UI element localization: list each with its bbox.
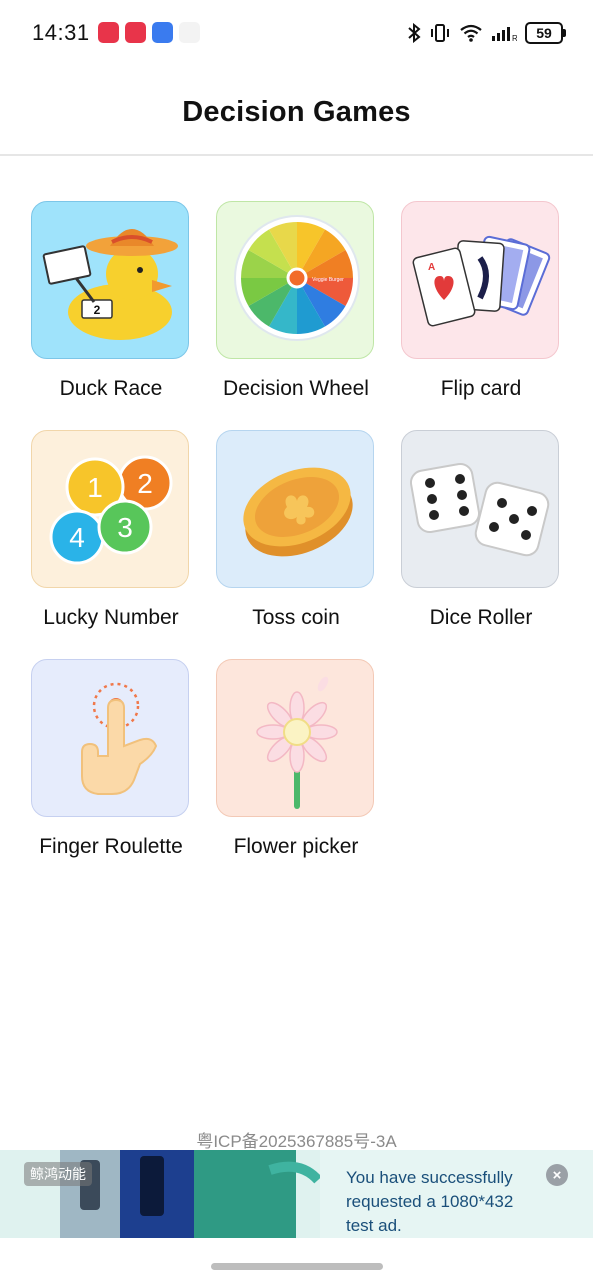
game-label-dice-roller: Dice Roller <box>429 606 533 629</box>
status-time: 14:31 <box>32 20 90 45</box>
page-title: Decision Games <box>182 95 411 128</box>
number-balls-icon: 2 1 4 3 <box>49 455 173 565</box>
finger-tap-icon <box>81 682 158 795</box>
game-label-lucky-number: Lucky Number <box>43 606 179 629</box>
home-indicator[interactable] <box>211 1263 383 1270</box>
dice-roller-card[interactable] <box>401 430 559 588</box>
flower-icon <box>256 676 338 809</box>
game-label-decision-wheel: Decision Wheel <box>223 377 369 400</box>
game-tile-decision-wheel[interactable]: Veggie Burger Decision Wheel <box>216 201 376 400</box>
missed-call-icon <box>98 22 119 43</box>
svg-text:1: 1 <box>87 472 103 503</box>
game-label-toss-coin: Toss coin <box>252 606 340 629</box>
game-tile-dice-roller[interactable]: Dice Roller <box>401 430 561 629</box>
app-header: Decision Games <box>0 70 593 154</box>
game-tile-toss-coin[interactable]: Toss coin <box>216 430 376 629</box>
vibrate-icon <box>431 24 449 42</box>
ad-banner[interactable]: 鲸鸿动能 You have successfully requested a 1… <box>0 1150 593 1238</box>
flip-card-card[interactable]: A <box>401 201 559 359</box>
app-notification-icon <box>179 22 200 43</box>
duck-icon: 2 <box>42 229 178 340</box>
game-tile-flip-card[interactable]: A Flip card <box>401 201 561 400</box>
notification-icons <box>98 22 200 43</box>
duck-race-card[interactable]: 2 <box>31 201 189 359</box>
flower-picker-card[interactable] <box>216 659 374 817</box>
svg-text:R: R <box>512 34 517 43</box>
app-gallery-icon <box>125 22 146 43</box>
svg-text:2: 2 <box>94 303 101 317</box>
playing-cards-icon: A <box>412 235 551 327</box>
ad-close-button[interactable]: × <box>546 1164 568 1186</box>
game-tile-duck-race[interactable]: 2 Duck Race <box>31 201 191 400</box>
status-bar: 14:31 R 59 <box>0 0 593 70</box>
finger-roulette-card[interactable] <box>31 659 189 817</box>
signal-icon: R <box>492 27 517 43</box>
wheel-icon: Veggie Burger <box>234 215 360 341</box>
coin-icon <box>243 467 353 557</box>
status-right: R 59 <box>407 22 566 44</box>
svg-text:A: A <box>428 262 435 273</box>
toss-coin-card[interactable] <box>216 430 374 588</box>
bluetooth-icon <box>408 23 421 43</box>
game-tile-lucky-number[interactable]: 2 1 4 3 Lucky Number <box>31 430 191 629</box>
dice-icon <box>409 462 550 557</box>
lucky-number-card[interactable]: 2 1 4 3 <box>31 430 189 588</box>
svg-text:4: 4 <box>69 522 85 553</box>
game-label-finger-roulette: Finger Roulette <box>39 835 183 858</box>
game-label-flower-picker: Flower picker <box>233 835 359 858</box>
header-divider <box>0 154 593 156</box>
game-label-duck-race: Duck Race <box>59 377 163 400</box>
wheel-label-veggie-burger: Veggie Burger <box>312 277 344 283</box>
battery-icon: 59 <box>525 22 566 44</box>
icp-license-text: 粤ICP备2025367885号-3A <box>196 1132 397 1151</box>
decision-wheel-card[interactable]: Veggie Burger <box>216 201 374 359</box>
game-label-flip-card: Flip card <box>440 377 522 400</box>
upload-icon <box>152 22 173 43</box>
ad-message: You have successfully requested a 1080*4… <box>346 1168 514 1235</box>
wifi-icon <box>460 24 482 42</box>
ad-source-badge: 鲸鸿动能 <box>24 1162 92 1186</box>
game-tile-finger-roulette[interactable]: Finger Roulette <box>31 659 191 858</box>
svg-text:2: 2 <box>137 468 153 499</box>
game-tile-flower-picker[interactable]: Flower picker <box>216 659 376 858</box>
svg-text:3: 3 <box>117 512 133 543</box>
